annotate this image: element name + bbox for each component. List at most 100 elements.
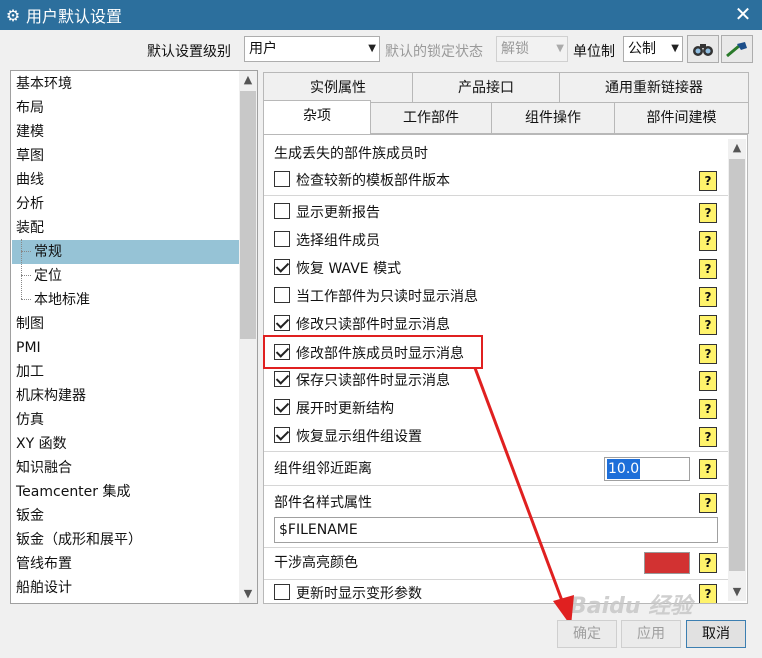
tree-item[interactable]: 基本环境 <box>12 72 239 96</box>
scroll-down-icon[interactable]: ▼ <box>728 583 746 601</box>
help-icon[interactable]: ? <box>699 287 717 307</box>
checkbox[interactable] <box>274 371 290 387</box>
level-label: 默认设置级别 <box>147 44 231 60</box>
option-label: 检查较新的模板部件版本 <box>296 173 450 189</box>
help-icon[interactable]: ? <box>699 344 717 364</box>
help-icon[interactable]: ? <box>699 493 717 513</box>
divider <box>264 579 729 580</box>
checkbox[interactable] <box>274 171 290 187</box>
checkbox[interactable] <box>274 399 290 415</box>
lock-label: 默认的锁定状态 <box>385 44 483 60</box>
checkbox[interactable] <box>274 584 290 600</box>
tree-item[interactable]: 定位 <box>12 264 239 288</box>
panel-scrollbar-thumb[interactable] <box>729 159 745 571</box>
option-update-on-expand[interactable]: 展开时更新结构 <box>274 396 718 422</box>
tree-connector <box>21 275 31 276</box>
help-icon[interactable]: ? <box>699 231 717 251</box>
level-select[interactable]: 用户 ▼ <box>244 36 380 62</box>
option-label: 更新时显示变形参数 <box>296 586 422 602</box>
help-icon[interactable]: ? <box>699 584 717 603</box>
tree-item[interactable]: Teamcenter 集成 <box>12 480 239 504</box>
tab-product-interface[interactable]: 产品接口 <box>412 72 560 104</box>
option-restore-wave[interactable]: 恢复 WAVE 模式 <box>274 256 718 282</box>
highlight-box <box>263 335 483 369</box>
name-attr-input[interactable]: $FILENAME <box>274 517 718 543</box>
tree-item[interactable]: 常规 <box>12 240 239 264</box>
tree-item[interactable]: XY 函数 <box>12 432 239 456</box>
checkbox[interactable] <box>274 315 290 331</box>
option-readonly-work-part[interactable]: 当工作部件为只读时显示消息 <box>274 284 718 310</box>
tree-scrollbar[interactable]: ▲ ▼ <box>239 71 257 603</box>
tree-item[interactable]: 制图 <box>12 312 239 336</box>
option-label: 当工作部件为只读时显示消息 <box>296 289 478 305</box>
chevron-down-icon: ▼ <box>671 43 679 54</box>
tree-item[interactable]: 草图 <box>12 144 239 168</box>
divider <box>264 547 729 548</box>
tree-item[interactable]: 管线布置 <box>12 552 239 576</box>
tree-connector <box>21 251 31 252</box>
checkbox[interactable] <box>274 427 290 443</box>
level-select-value: 用户 <box>249 41 277 57</box>
tab-work-part[interactable]: 工作部件 <box>370 102 492 134</box>
cancel-button[interactable]: 取消 <box>686 620 746 648</box>
option-save-readonly[interactable]: 保存只读部件时显示消息 <box>274 368 718 394</box>
tree-item[interactable]: 曲线 <box>12 168 239 192</box>
tree-item[interactable]: 知识融合 <box>12 456 239 480</box>
tree-item[interactable]: PMI <box>12 336 239 360</box>
tree-item[interactable]: 分析 <box>12 192 239 216</box>
help-icon[interactable]: ? <box>699 553 717 573</box>
tree-item[interactable]: 机床构建器 <box>12 384 239 408</box>
panel-scrollbar[interactable]: ▲ ▼ <box>728 139 746 601</box>
tree-item[interactable]: 钣金 <box>12 504 239 528</box>
tree-scrollbar-thumb[interactable] <box>240 91 256 339</box>
tree-item[interactable]: 仿真 <box>12 408 239 432</box>
checkbox[interactable] <box>274 259 290 275</box>
settings-tool-button[interactable] <box>721 35 753 63</box>
option-label: 选择组件成员 <box>296 233 380 249</box>
tab-general-relinker[interactable]: 通用重新链接器 <box>559 72 749 104</box>
tab-misc[interactable]: 杂项 <box>263 100 371 136</box>
tab-interpart-modeling[interactable]: 部件间建模 <box>614 102 749 134</box>
help-icon[interactable]: ? <box>699 427 717 447</box>
scroll-up-icon[interactable]: ▲ <box>728 139 746 157</box>
option-update-report[interactable]: 显示更新报告 <box>274 200 718 226</box>
help-icon[interactable]: ? <box>699 259 717 279</box>
checkbox[interactable] <box>274 287 290 303</box>
help-icon[interactable]: ? <box>699 371 717 391</box>
category-tree[interactable]: 基本环境 布局 建模 草图 曲线 分析 装配 常规 定位 本地标准 制图 PMI 加工 机床构建器 仿真 XY… <box>10 70 258 604</box>
option-label: 保存只读部件时显示消息 <box>296 373 450 389</box>
tab-component-ops[interactable]: 组件操作 <box>491 102 615 134</box>
tree-item[interactable]: 布局 <box>12 96 239 120</box>
scroll-down-icon[interactable]: ▼ <box>239 585 257 603</box>
proximity-input[interactable]: 10.0 <box>604 457 690 481</box>
option-check-template[interactable]: 检查较新的模板部件版本 <box>274 168 718 194</box>
tree-item[interactable]: 装配 <box>12 216 239 240</box>
help-icon[interactable]: ? <box>699 171 717 191</box>
tree-item[interactable]: 建模 <box>12 120 239 144</box>
scroll-up-icon[interactable]: ▲ <box>239 71 257 89</box>
proximity-value: 10.0 <box>607 459 641 479</box>
apply-button[interactable]: 应用 <box>621 620 681 648</box>
interference-color-swatch[interactable] <box>644 552 690 574</box>
tree-item[interactable]: 加工 <box>12 360 239 384</box>
help-icon[interactable]: ? <box>699 459 717 479</box>
close-icon[interactable]: ✕ <box>732 3 754 25</box>
unit-select[interactable]: 公制 ▼ <box>623 36 683 62</box>
checkbox[interactable] <box>274 203 290 219</box>
window-title: 用户默认设置 <box>26 7 123 26</box>
title-bar: ⚙ 用户默认设置 ✕ <box>0 0 762 30</box>
help-icon[interactable]: ? <box>699 399 717 419</box>
help-icon[interactable]: ? <box>699 315 717 335</box>
unit-label: 单位制 <box>573 44 615 60</box>
tree-item[interactable]: 本地标准 <box>12 288 239 312</box>
option-label: 修改只读部件时显示消息 <box>296 317 450 333</box>
option-restore-groups[interactable]: 恢复显示组件组设置 <box>274 424 718 450</box>
tool-icon <box>726 42 747 58</box>
tree-item[interactable]: 船舶设计 <box>12 576 239 600</box>
ok-button[interactable]: 确定 <box>557 620 617 648</box>
option-select-members[interactable]: 选择组件成员 <box>274 228 718 254</box>
tree-item[interactable]: 钣金（成形和展平） <box>12 528 239 552</box>
help-icon[interactable]: ? <box>699 203 717 223</box>
checkbox[interactable] <box>274 231 290 247</box>
binoculars-button[interactable] <box>687 35 719 63</box>
